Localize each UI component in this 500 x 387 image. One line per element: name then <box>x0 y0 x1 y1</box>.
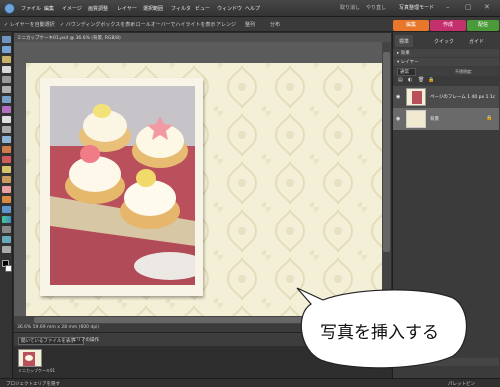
lock-icon[interactable]: 🔒 <box>428 77 434 83</box>
distribute-button[interactable]: 分布 <box>270 21 280 28</box>
layer-row-background[interactable]: ◉ 背景 🔒 <box>393 108 499 130</box>
layers-palette-header[interactable]: ▾ レイヤー <box>393 58 499 66</box>
visibility-eye-icon[interactable]: ◉ <box>396 94 400 100</box>
menu-enhance[interactable]: 画質調整 <box>88 5 108 12</box>
brush-tool-icon[interactable] <box>2 196 11 203</box>
effects-palette-header[interactable]: ▸ 効果 <box>393 49 499 57</box>
type-tool-icon[interactable] <box>2 116 11 123</box>
layer-lock-icon: 🔒 <box>486 115 493 121</box>
adjustment-layer-icon[interactable]: ◐ <box>408 77 412 83</box>
auto-select-label: レイヤーを自動選択 <box>9 22 55 28</box>
crop-tool-icon[interactable] <box>2 126 11 133</box>
vertical-scroll-thumb[interactable] <box>383 52 390 252</box>
menu-window[interactable]: ウィンドウ <box>217 5 242 12</box>
delete-layer-icon[interactable]: 🗑 <box>418 77 424 83</box>
layer-name-background: 背景 <box>430 117 439 122</box>
layer-name-frame: ページのフレーム 1 40 px 1 1c <box>430 95 496 100</box>
magic-wand-tool-icon[interactable] <box>2 96 11 103</box>
mode-tab-share[interactable]: 配信 <box>467 20 499 31</box>
layer-thumbnail-frame <box>406 88 426 106</box>
menu-image[interactable]: イメージ <box>62 5 82 12</box>
new-layer-icon[interactable]: ▤ <box>398 77 403 83</box>
straighten-tool-icon[interactable] <box>2 146 11 153</box>
palette-bin-button[interactable]: パレットビン <box>448 381 475 387</box>
undo-button[interactable]: 取り消し <box>340 4 360 11</box>
lasso-tool-icon[interactable] <box>2 86 11 93</box>
show-bbox-label: バウンディングボックスを表示 <box>65 22 136 28</box>
eraser-tool-icon[interactable] <box>2 186 11 193</box>
blur-tool-icon[interactable] <box>2 236 11 243</box>
menu-layer[interactable]: レイヤー <box>117 5 137 12</box>
app-logo-icon[interactable] <box>4 3 15 14</box>
vertical-scrollbar[interactable] <box>382 42 391 324</box>
layers-toolbar: 通常 不透明度: <box>393 67 499 76</box>
cupcake-photo-image <box>50 86 195 285</box>
selection-brush-tool-icon[interactable] <box>2 106 11 113</box>
shape-tool-icon[interactable] <box>2 226 11 233</box>
cupcake-photo[interactable] <box>50 86 195 285</box>
menu-help[interactable]: ヘルプ <box>245 5 260 12</box>
opacity-label: 不透明度: <box>455 69 473 74</box>
menu-filter[interactable]: フィルタ <box>171 5 191 12</box>
background-color-swatch[interactable] <box>5 265 12 272</box>
menu-view[interactable]: ビュー <box>195 5 210 12</box>
tab-full-edit[interactable]: 標準 <box>395 35 414 47</box>
toolbox <box>0 32 13 387</box>
cookie-cutter-tool-icon[interactable] <box>2 136 11 143</box>
clone-stamp-tool-icon[interactable] <box>2 176 11 183</box>
close-icon[interactable]: ✕ <box>484 3 490 11</box>
paint-bucket-tool-icon[interactable] <box>2 206 11 213</box>
horizontal-scroll-thumb[interactable] <box>34 317 314 323</box>
photo-bin-thumbnail-image <box>19 350 41 366</box>
menu-edit[interactable]: 編集 <box>44 5 54 12</box>
menu-select[interactable]: 選択範囲 <box>143 5 163 12</box>
layers-palette-label: レイヤー <box>400 60 419 65</box>
show-highlight-label: ロールオーバーでハイライトを表示 <box>135 22 216 28</box>
tab-guided[interactable]: ガイド <box>465 35 488 47</box>
visibility-eye-icon[interactable]: ◉ <box>396 116 400 122</box>
hide-project-bin-button[interactable]: プロジェクトエリアを隠す <box>6 381 60 387</box>
document-title-bar: ミニカップケーキ01.psd @ 36.6% (背景, RGB/8) <box>14 33 391 42</box>
effects-palette-label: 効果 <box>400 51 410 56</box>
mode-tab-edit[interactable]: 編集 <box>393 20 429 31</box>
redo-button[interactable]: やり直し <box>366 4 386 11</box>
hand-tool-icon[interactable] <box>2 46 11 53</box>
sponge-tool-icon[interactable] <box>2 246 11 253</box>
layer-thumbnail-background <box>406 110 426 128</box>
arrange-button[interactable]: アレンジ <box>216 21 236 28</box>
marquee-tool-icon[interactable] <box>2 76 11 83</box>
workspace-switch-button[interactable]: 写真整理モード <box>399 4 434 11</box>
menu-file[interactable]: ファイル <box>21 5 41 12</box>
move-tool-icon[interactable] <box>2 66 11 73</box>
show-bbox-checkbox[interactable]: ✓ バウンディングボックスを表示 <box>60 21 135 28</box>
healing-brush-tool-icon[interactable] <box>2 166 11 173</box>
photo-bin-thumbnail[interactable] <box>18 349 42 367</box>
mode-tab-create[interactable]: 作成 <box>430 20 466 31</box>
auto-select-checkbox[interactable]: ✓ レイヤーを自動選択 <box>4 21 55 28</box>
photo-bin-area-label[interactable]: エリアの操作 <box>72 337 99 343</box>
menu-bar: ファイル 編集 イメージ 画質調整 レイヤー 選択範囲 フィルタ ビュー ウィン… <box>0 0 500 17</box>
minimize-icon[interactable]: – <box>446 3 450 11</box>
align-button[interactable]: 整列 <box>245 21 255 28</box>
blend-mode-select[interactable]: 通常 <box>397 68 416 76</box>
layer-icons-row: ▤ ◐ 🗑 🔒 <box>393 76 499 85</box>
maximize-icon[interactable]: ▢ <box>465 3 472 11</box>
tab-quick-fix[interactable]: クイック <box>430 35 458 47</box>
photo-bin-caption: ミニカップケーキ01 <box>18 368 56 373</box>
layer-row-frame[interactable]: ◉ ページのフレーム 1 40 px 1 1c <box>393 86 499 108</box>
eyedropper-tool-icon[interactable] <box>2 56 11 63</box>
zoom-tool-icon[interactable] <box>2 36 11 43</box>
show-highlight-checkbox[interactable]: ✓ ロールオーバーでハイライトを表示 <box>130 21 215 28</box>
footer-bar: プロジェクトエリアを隠す パレットビン <box>0 378 500 387</box>
gradient-tool-icon[interactable] <box>2 216 11 223</box>
red-eye-tool-icon[interactable] <box>2 156 11 163</box>
callout-text: 写真を挿入する <box>320 323 439 343</box>
